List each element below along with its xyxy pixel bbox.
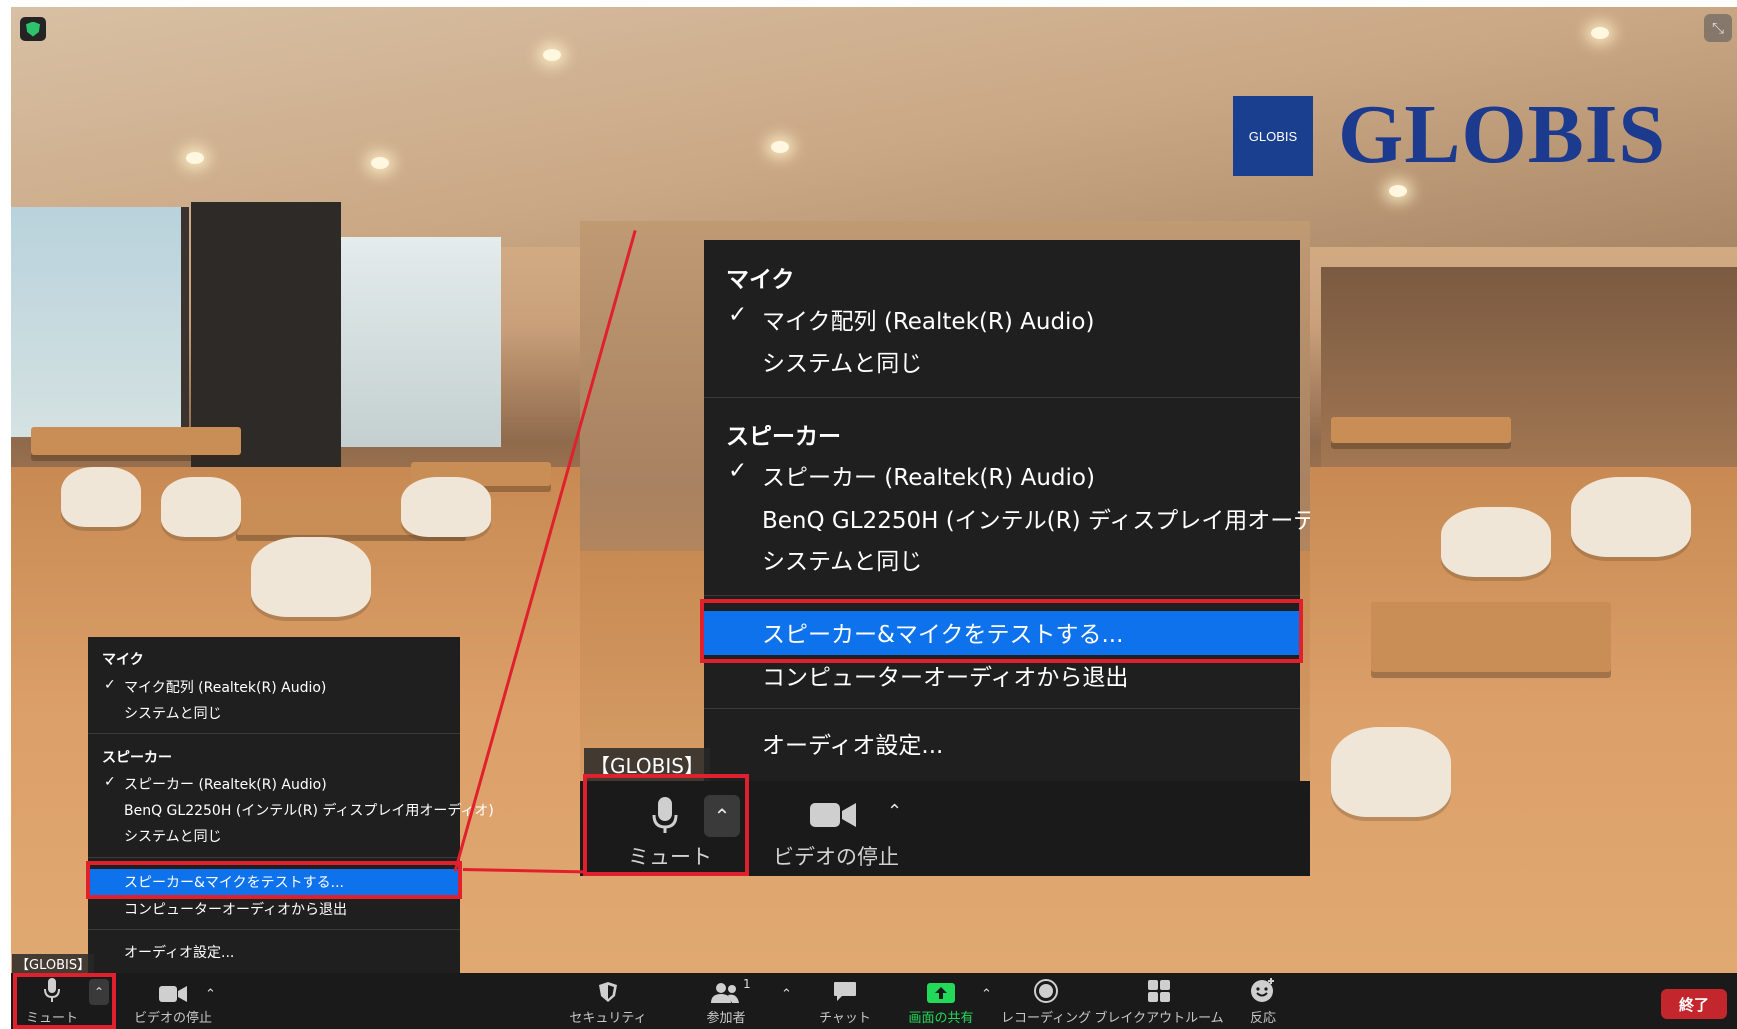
mic-section-header: マイク: [726, 267, 795, 293]
mic-device-item[interactable]: マイク配列 (Realtek(R) Audio): [762, 302, 1094, 336]
table: [1371, 602, 1611, 672]
exit-fullscreen-icon[interactable]: ⤡: [1704, 14, 1732, 42]
globis-logo-text: GLOBIS: [1338, 88, 1667, 181]
breakout-rooms-label: ブレイクアウトルーム: [1094, 1011, 1224, 1026]
speaker-device-item[interactable]: システムと同じ: [124, 826, 222, 846]
mic-device-item[interactable]: マイク配列 (Realtek(R) Audio): [124, 677, 326, 697]
ceiling-light: [1591, 27, 1609, 39]
video-options-caret[interactable]: ⌃: [887, 801, 902, 822]
chat-label: チャット: [819, 1011, 871, 1026]
speaker-section-header: スピーカー: [726, 424, 841, 450]
chair: [1331, 727, 1451, 817]
end-meeting-button[interactable]: 終了: [1661, 989, 1727, 1019]
share-screen-label: 画面の共有: [908, 1011, 974, 1026]
speaker-device-item[interactable]: スピーカー (Realtek(R) Audio): [124, 774, 327, 794]
video-camera-icon: [159, 973, 187, 1003]
chair: [251, 537, 371, 617]
shield-icon: [598, 973, 618, 1003]
window: [341, 237, 501, 447]
participants-label: 参加者: [706, 1011, 746, 1026]
chair: [61, 467, 141, 527]
ceiling-light: [1389, 185, 1407, 197]
check-icon: ✓: [104, 677, 116, 693]
globis-logo-badge: GLOBIS: [1233, 96, 1313, 176]
stop-video-label: ビデオの停止: [773, 845, 899, 869]
chair: [161, 477, 241, 537]
stop-video-label: ビデオの停止: [133, 1011, 212, 1026]
divider: [704, 708, 1300, 709]
check-icon: ✓: [728, 458, 748, 484]
callout-box-test-item-zoomed: [700, 599, 1303, 663]
record-button[interactable]: レコーディング: [1001, 973, 1091, 1029]
speaker-section-header: スピーカー: [102, 750, 172, 766]
window: [11, 207, 189, 437]
video-options-caret[interactable]: ⌃: [205, 987, 216, 1002]
record-icon: [1034, 973, 1058, 1003]
share-screen-button[interactable]: 画面の共有: [901, 973, 981, 1029]
breakout-rooms-button[interactable]: ブレイクアウトルーム: [1094, 973, 1224, 1029]
audio-options-menu-zoomed: マイク ✓ マイク配列 (Realtek(R) Audio) システムと同じ ス…: [704, 240, 1310, 800]
record-label: レコーディング: [1000, 1011, 1092, 1026]
reactions-label: 反応: [1249, 1011, 1276, 1026]
divider: [88, 929, 460, 930]
audio-settings-item[interactable]: オーディオ設定...: [124, 942, 234, 962]
mic-device-item[interactable]: システムと同じ: [762, 344, 922, 378]
chat-button[interactable]: チャット: [815, 973, 875, 1029]
leave-computer-audio-item[interactable]: コンピューターオーディオから退出: [124, 899, 347, 919]
video-camera-icon[interactable]: [810, 801, 856, 833]
divider: [704, 595, 1300, 596]
table: [1331, 417, 1511, 443]
divider: [88, 857, 460, 858]
share-options-caret[interactable]: ⌃: [981, 987, 992, 1002]
chair: [1571, 477, 1691, 557]
table: [31, 427, 241, 455]
check-icon: ✓: [104, 774, 116, 790]
ceiling-light: [186, 152, 204, 164]
breakout-rooms-icon: [1147, 973, 1171, 1003]
chair: [401, 477, 491, 537]
share-screen-icon: [927, 973, 955, 1003]
audio-settings-item[interactable]: オーディオ設定...: [762, 726, 943, 760]
participants-count: 1: [743, 977, 751, 991]
speaker-device-item[interactable]: システムと同じ: [762, 542, 922, 576]
wood-wall: [1321, 267, 1737, 497]
ceiling-light: [771, 141, 789, 153]
reactions-button[interactable]: 反応: [1233, 973, 1293, 1029]
chair: [1441, 507, 1551, 577]
check-icon: ✓: [728, 302, 748, 328]
participants-icon: [711, 973, 741, 1003]
logo-badge-text: GLOBIS: [1248, 128, 1298, 144]
meeting-toolbar: ミュート ⌃ ビデオの停止 ⌃ セキュリティ 参加者 1 ⌃ チャット 画面の共…: [11, 973, 1737, 1029]
security-button[interactable]: セキュリティ: [566, 973, 650, 1029]
participants-options-caret[interactable]: ⌃: [781, 987, 792, 1002]
speaker-device-item[interactable]: スピーカー (Realtek(R) Audio): [762, 458, 1095, 492]
security-label: セキュリティ: [569, 1011, 647, 1026]
smiley-icon: [1250, 973, 1276, 1003]
ceiling-light: [543, 49, 561, 61]
callout-box-test-item: [86, 861, 462, 899]
participant-name-tag: 【GLOBIS】: [12, 954, 95, 973]
encryption-shield-icon[interactable]: [20, 17, 46, 41]
mic-device-item[interactable]: システムと同じ: [124, 703, 222, 723]
leave-computer-audio-item[interactable]: コンピューターオーディオから退出: [762, 658, 1128, 692]
divider: [88, 733, 460, 734]
callout-box-mute-zoomed: [583, 774, 749, 876]
callout-box-mute: [13, 973, 116, 1029]
divider: [704, 397, 1300, 398]
speaker-device-item[interactable]: BenQ GL2250H (インテル(R) ディスプレイ用オーディオ): [124, 800, 494, 820]
mic-section-header: マイク: [102, 652, 144, 668]
chat-bubble-icon: [833, 973, 857, 1003]
audio-options-menu: マイク ✓ マイク配列 (Realtek(R) Audio) システムと同じ ス…: [88, 637, 494, 977]
ceiling-light: [371, 157, 389, 169]
speaker-device-item[interactable]: BenQ GL2250H (インテル(R) ディスプレイ用オーディオ): [762, 501, 1310, 535]
